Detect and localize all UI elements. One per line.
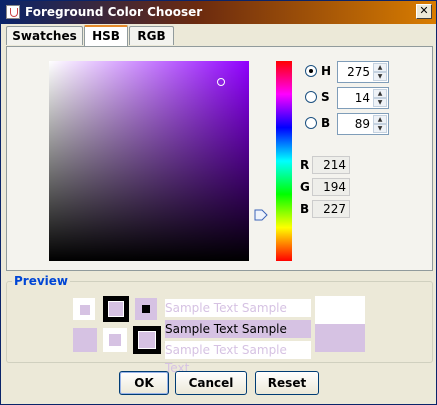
green-value: 194 [312, 178, 350, 196]
tab-swatches[interactable]: Swatches [6, 26, 83, 45]
swatch-sample [135, 298, 157, 320]
hue-slider[interactable] [276, 61, 292, 261]
preview-panel: Preview Sample Text Sample Text Sample T… [6, 274, 433, 375]
swatch-sample [103, 296, 129, 322]
sample-text-on-white: Sample Text Sample Text [165, 299, 311, 333]
hue-spinner[interactable]: 275 ▲ ▼ [337, 61, 389, 83]
ok-button[interactable]: OK [119, 371, 169, 395]
saturation-increment-icon[interactable]: ▲ [373, 89, 387, 98]
window-title: Foreground Color Chooser [25, 5, 203, 19]
swatch-sample [103, 328, 127, 352]
java-app-icon [6, 5, 20, 19]
hue-slider-thumb-icon[interactable] [254, 209, 268, 221]
brightness-decrement-icon[interactable]: ▼ [373, 124, 387, 133]
saturation-label: S [321, 90, 330, 104]
preview-color-block [315, 324, 365, 352]
hsb-panel: H 275 ▲ ▼ S 14 ▲ ▼ B 89 ▲ ▼ R 214 G 194 … [6, 46, 433, 271]
saturation-decrement-icon[interactable]: ▼ [373, 98, 387, 107]
hue-radio[interactable] [305, 65, 317, 77]
sample-text-light: Sample Text Sample Text [165, 341, 311, 375]
hue-decrement-icon[interactable]: ▼ [373, 72, 387, 81]
brightness-increment-icon[interactable]: ▲ [373, 115, 387, 124]
swatch-sample [73, 298, 95, 320]
brightness-radio[interactable] [305, 117, 317, 129]
green-label: G [300, 180, 310, 194]
swatch-sample [133, 326, 161, 354]
hue-label: H [321, 64, 332, 78]
color-picker-cursor[interactable] [217, 78, 225, 86]
reset-button[interactable]: Reset [255, 371, 319, 395]
swatch-sample [73, 328, 97, 352]
tab-rgb[interactable]: RGB [129, 26, 174, 45]
brightness-value[interactable]: 89 [355, 117, 370, 131]
cancel-button[interactable]: Cancel [175, 371, 247, 395]
blue-label: B [300, 202, 310, 216]
saturation-radio[interactable] [305, 91, 317, 103]
color-chooser-dialog: Foreground Color Chooser ✕ Swatches HSB … [0, 0, 437, 405]
saturation-brightness-field[interactable] [49, 61, 249, 261]
sample-text-on-color: Sample Text Sample Text [165, 320, 311, 354]
brightness-label: B [321, 116, 331, 130]
saturation-spinner[interactable]: 14 ▲ ▼ [337, 87, 389, 109]
red-label: R [300, 158, 310, 172]
preview-title: Preview [12, 274, 71, 288]
tab-hsb[interactable]: HSB [84, 25, 128, 46]
hue-increment-icon[interactable]: ▲ [373, 63, 387, 72]
title-bar[interactable]: Foreground Color Chooser ✕ [1, 1, 436, 24]
blue-value: 227 [312, 200, 350, 218]
saturation-value[interactable]: 14 [355, 91, 370, 105]
preview-white-block [315, 296, 365, 324]
red-value: 214 [312, 156, 350, 174]
brightness-spinner[interactable]: 89 ▲ ▼ [337, 113, 389, 135]
hue-value[interactable]: 275 [347, 65, 370, 79]
close-button[interactable]: ✕ [416, 4, 432, 19]
